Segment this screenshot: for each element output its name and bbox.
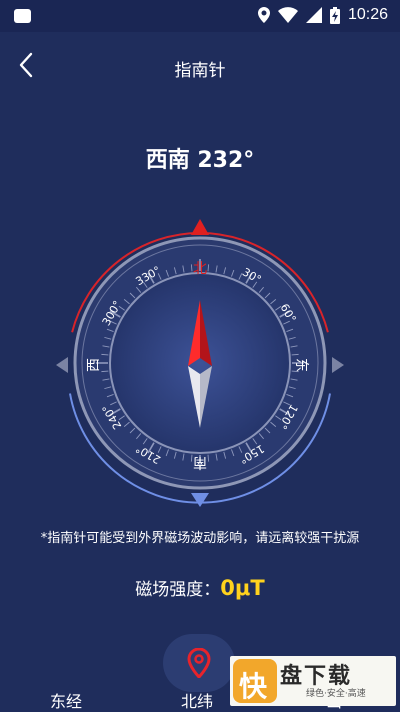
north-latitude-label: 北纬 <box>181 692 214 711</box>
bezel-tick <box>101 353 109 356</box>
bezel-tick <box>207 264 210 272</box>
notification-icon <box>14 9 31 23</box>
cardinal-north: 北 <box>193 261 207 277</box>
battery-icon <box>329 6 340 24</box>
magnetic-field-row: 磁场强度：0μT <box>0 575 400 600</box>
clock: 10:26 <box>347 6 388 23</box>
cardinal-east: 东 <box>293 358 309 372</box>
watermark-logo-icon: 快 <box>233 659 277 703</box>
status-bar: 10:26 <box>0 0 400 32</box>
south-arrow-marker <box>191 493 209 507</box>
location-pin-icon <box>187 648 211 678</box>
heading-readout: 西南 232° <box>145 148 255 173</box>
bezel-tick <box>101 370 109 373</box>
magnetic-field-label: 磁场强度： <box>135 580 221 600</box>
watermark-tagline: 绿色·安全·高速 <box>306 689 366 699</box>
status-icons: 10:26 <box>257 6 388 24</box>
cardinal-west: 西 <box>86 358 102 372</box>
bezel-tick <box>207 454 210 462</box>
compass-dial: 北 南 西 东 30° 60° 120° 150° 210° 240° 300°… <box>56 219 344 507</box>
west-arrow-marker <box>56 357 68 373</box>
east-longitude-label: 东经 <box>50 692 83 711</box>
interference-notice: *指南针可能受到外界磁场波动影响，请远离较强干扰源 <box>40 531 360 546</box>
watermark-logo-char: 快 <box>239 670 268 703</box>
magnetic-field-value: 0μT <box>220 576 265 600</box>
watermark-logo: 快 盘下载 绿色·安全·高速 <box>230 656 396 706</box>
cardinal-south: 南 <box>193 454 207 470</box>
bezel-tick <box>190 264 193 272</box>
app-bar: 指南针 <box>0 32 400 98</box>
location-button[interactable] <box>163 634 235 692</box>
bezel-tick <box>291 353 299 356</box>
wifi-icon <box>277 7 298 23</box>
bezel-tick <box>190 454 193 462</box>
north-arrow-marker <box>191 219 209 235</box>
signal-icon <box>305 7 322 23</box>
east-arrow-marker <box>332 357 344 373</box>
location-status-icon <box>257 7 270 23</box>
page-title: 指南针 <box>174 61 226 81</box>
